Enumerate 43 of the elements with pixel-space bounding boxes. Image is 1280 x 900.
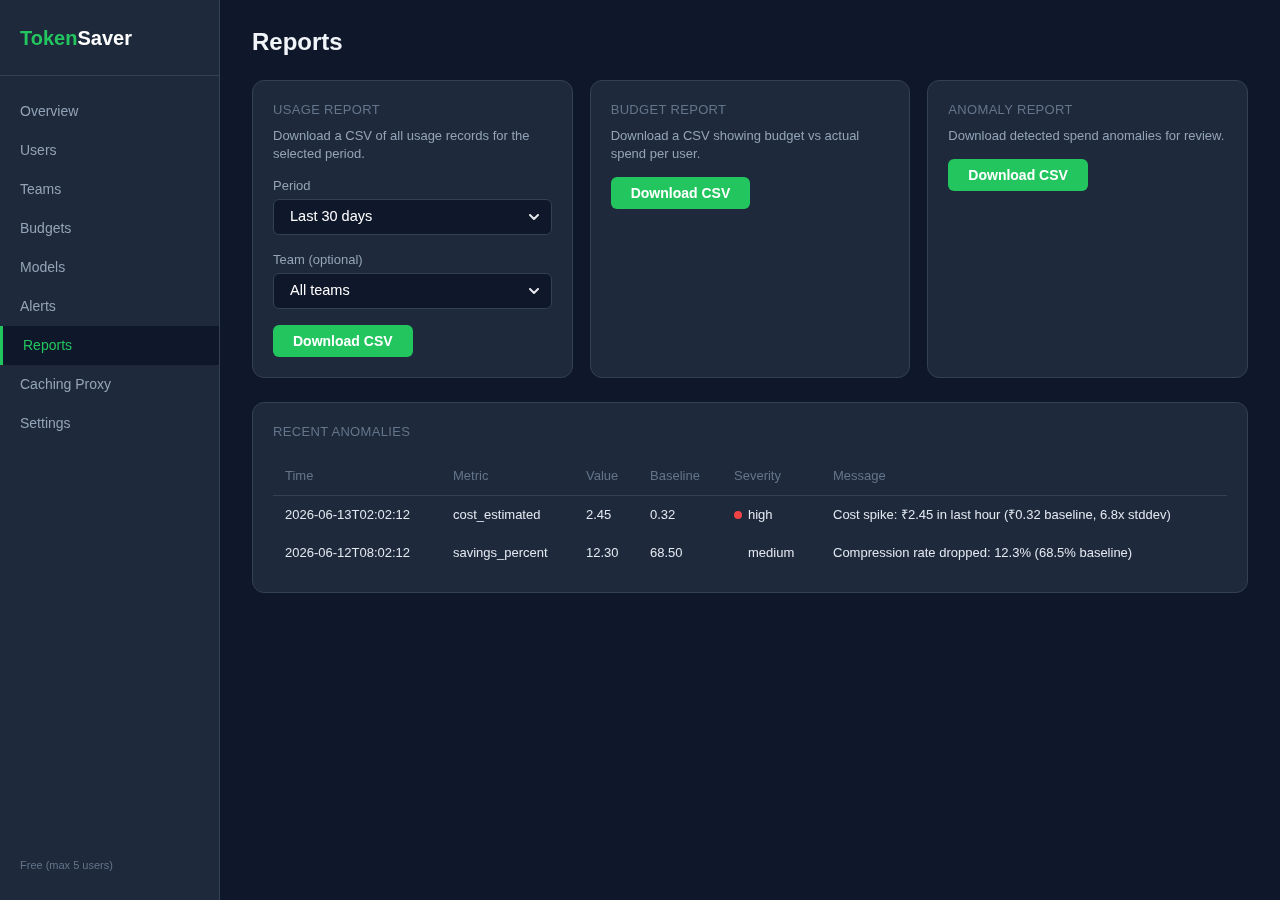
table-cell: Cost spike: ₹2.45 in last hour (₹0.32 baseline, 6.8x stddev) (821, 495, 1227, 534)
nav-item[interactable]: Settings (0, 404, 219, 443)
severity-text: medium (748, 544, 795, 562)
nav-item[interactable]: Caching Proxy (0, 365, 219, 404)
table-cell-text: savings_percent (452, 544, 549, 562)
nav-item[interactable]: Teams (0, 170, 219, 209)
field-label: Period (273, 177, 312, 195)
nav-item[interactable]: Budgets (0, 209, 219, 248)
select-field[interactable]: All teams (273, 273, 552, 309)
plan-label: Free (max 5 users) (20, 859, 113, 871)
table-cell: 2.45 (574, 495, 638, 534)
card-description: Download a CSV of all usage records for the selected period. (273, 127, 531, 163)
card-description: Download detected spend anomalies for review. (948, 127, 1225, 145)
chevron-down-icon (528, 213, 539, 221)
card-heading: ANOMALY REPORT (948, 101, 1073, 119)
table-cell-text: 12.30 (585, 544, 620, 562)
chevron-down-icon (528, 287, 539, 295)
nav-item[interactable]: Users (0, 131, 219, 170)
nav-item[interactable]: Overview (0, 92, 219, 131)
page-title: Reports (252, 27, 344, 57)
field-label: Team (optional) (273, 251, 364, 269)
card-heading: USAGE REPORT (273, 101, 380, 119)
table-cell-text: 68.50 (649, 544, 684, 562)
card-heading: BUDGET REPORT (610, 101, 727, 119)
card-heading: RECENT ANOMALIES (273, 423, 412, 441)
column-header: Baseline (638, 457, 722, 496)
nav-item[interactable]: Reports (0, 326, 219, 365)
column-header: Severity (722, 457, 821, 496)
column-header: Metric (441, 457, 574, 496)
table-cell: 2026-06-13T02:02:12 (273, 495, 441, 534)
column-header: Value (574, 457, 638, 496)
severity-text: high (748, 506, 773, 524)
nav-item[interactable]: Models (0, 248, 219, 287)
select-field[interactable]: Last 30 days (273, 199, 552, 235)
table-cell: cost_estimated (441, 495, 574, 534)
card-description: Download a CSV showing budget vs actual spend per user. (610, 127, 861, 163)
table-cell: 0.32 (638, 495, 722, 534)
table-cell-text: Compression rate dropped: 12.3% (68.5% baseline) (832, 544, 1134, 562)
app-logo: TokenSaver (20, 25, 132, 51)
nav-item[interactable]: Alerts (0, 287, 219, 326)
table-cell-text: 2026-06-12T08:02:12 (284, 544, 412, 562)
column-header: Message (821, 457, 1227, 496)
column-header: Time (273, 457, 441, 496)
